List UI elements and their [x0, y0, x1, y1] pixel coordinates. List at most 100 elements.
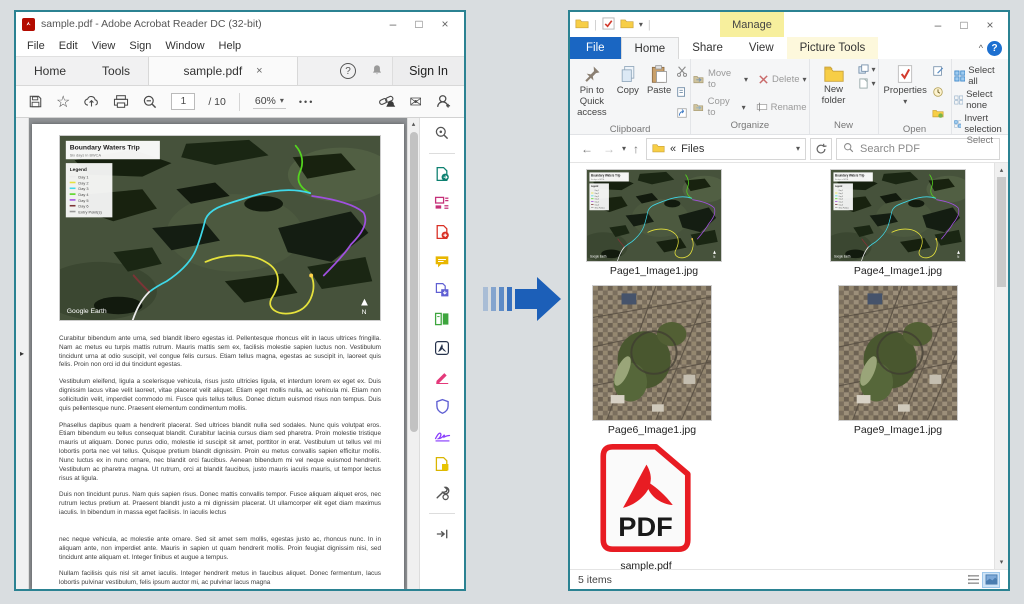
- reader-scrollbar[interactable]: ▴: [407, 118, 419, 589]
- organize-pages-icon[interactable]: [433, 310, 451, 328]
- delete-button[interactable]: Delete ▾: [758, 68, 806, 90]
- help-icon[interactable]: ?: [340, 63, 356, 79]
- page-number-input[interactable]: 1: [171, 93, 195, 110]
- zoom-out-icon[interactable]: [142, 94, 158, 110]
- back-icon[interactable]: ←: [578, 142, 596, 156]
- menu-view[interactable]: View: [85, 40, 123, 52]
- favorites-star-icon[interactable]: ☆: [56, 92, 70, 112]
- select-none-button[interactable]: Select none: [954, 89, 1007, 111]
- explorer-maximize-button[interactable]: □: [951, 18, 977, 32]
- invert-selection-button[interactable]: Invert selection: [954, 113, 1007, 135]
- edit-pdf-icon[interactable]: [433, 194, 451, 212]
- menu-sign[interactable]: Sign: [122, 40, 158, 52]
- pin-to-quick-access-button[interactable]: Pin to Quick access: [572, 62, 612, 121]
- new-folder-button[interactable]: New folder: [812, 62, 856, 109]
- explorer-scrollbar-thumb[interactable]: [997, 177, 1006, 287]
- combine-files-icon[interactable]: [433, 281, 451, 299]
- refresh-icon[interactable]: [810, 138, 832, 160]
- certificate-sign-icon[interactable]: [433, 426, 451, 444]
- collapse-ribbon-icon[interactable]: ^: [979, 43, 983, 53]
- file-tile[interactable]: Page6_Image1.jpg: [592, 285, 712, 436]
- breadcrumb-chevron-icon[interactable]: «: [670, 143, 676, 155]
- file-list-area[interactable]: Page1_Image1.jpg Page4_Image1.jpg Page6_…: [570, 163, 994, 569]
- forward-icon[interactable]: →: [600, 142, 618, 156]
- details-view-icon[interactable]: [964, 572, 982, 588]
- more-tools-wrench-icon[interactable]: [433, 484, 451, 502]
- paste-button[interactable]: Paste: [644, 62, 674, 99]
- account-person-icon[interactable]: [435, 93, 452, 110]
- explorer-minimize-button[interactable]: –: [925, 18, 951, 32]
- menu-file[interactable]: File: [20, 40, 52, 52]
- file-tile[interactable]: PDF sample.pdf: [600, 444, 692, 572]
- rename-button[interactable]: Rename: [756, 96, 807, 118]
- search-tools-icon[interactable]: [433, 124, 451, 142]
- file-tile[interactable]: Page1_Image1.jpg: [586, 169, 722, 277]
- address-dropdown-chevron-icon[interactable]: ▾: [796, 144, 800, 153]
- comment-icon[interactable]: [433, 252, 451, 270]
- tab-tools[interactable]: Tools: [84, 57, 148, 85]
- reader-titlebar[interactable]: sample.pdf - Adobe Acrobat Reader DC (32…: [16, 12, 464, 36]
- copy-path-icon[interactable]: [676, 85, 688, 103]
- up-icon[interactable]: ↑: [630, 142, 642, 156]
- protect-shield-icon[interactable]: [433, 397, 451, 415]
- tab-view[interactable]: View: [736, 37, 787, 59]
- email-envelope-icon[interactable]: ✉: [409, 93, 422, 111]
- manage-contextual-tab[interactable]: Manage: [720, 12, 784, 37]
- scroll-down-icon[interactable]: ▾: [1000, 555, 1004, 569]
- tab-document[interactable]: sample.pdf ×: [148, 57, 298, 85]
- share-link-icon[interactable]: [378, 94, 396, 109]
- checkmark-toolbar-icon[interactable]: [602, 17, 615, 33]
- reader-scrollbar-thumb[interactable]: [410, 132, 418, 432]
- tab-picture-tools[interactable]: Picture Tools: [787, 37, 879, 59]
- paste-shortcut-icon[interactable]: [676, 106, 688, 124]
- reader-maximize-button[interactable]: □: [406, 17, 432, 31]
- explorer-help-icon[interactable]: ?: [987, 41, 1002, 56]
- fill-sign-icon[interactable]: [433, 368, 451, 386]
- large-icons-view-icon[interactable]: [982, 572, 1000, 588]
- properties-button[interactable]: Properties ▾: [881, 62, 930, 108]
- folder-toolbar-icon[interactable]: [620, 17, 634, 32]
- cut-icon[interactable]: [676, 64, 688, 82]
- save-icon[interactable]: [28, 94, 43, 109]
- tab-close-icon[interactable]: ×: [256, 65, 262, 77]
- file-tile[interactable]: Page9_Image1.jpg: [838, 285, 958, 436]
- tab-share[interactable]: Share: [679, 37, 736, 59]
- tab-home[interactable]: Home: [621, 37, 680, 59]
- notifications-bell-icon[interactable]: [370, 63, 384, 80]
- acrobat-swirl-icon[interactable]: [433, 339, 451, 357]
- menu-window[interactable]: Window: [158, 40, 211, 52]
- move-to-button[interactable]: Move to ▾: [693, 68, 748, 90]
- sign-in-button[interactable]: Sign In: [392, 57, 464, 85]
- scroll-up-icon[interactable]: ▴: [1000, 163, 1004, 177]
- reader-minimize-button[interactable]: –: [380, 17, 406, 31]
- pdf-document-area[interactable]: Curabitur bibendum ante urna, sed blandi…: [29, 118, 407, 589]
- explorer-scrollbar[interactable]: ▴ ▾: [994, 163, 1008, 569]
- zoom-level-select[interactable]: 60% ▾: [253, 95, 286, 109]
- recent-locations-chevron-icon[interactable]: ▾: [622, 144, 626, 153]
- edit-icon[interactable]: [932, 64, 944, 82]
- history-icon[interactable]: [932, 85, 944, 103]
- new-item-icon[interactable]: ▾: [858, 78, 876, 89]
- reader-close-button[interactable]: ×: [432, 17, 458, 31]
- open-with-icon[interactable]: [932, 106, 944, 124]
- easy-access-icon[interactable]: ▾: [858, 64, 876, 75]
- cloud-upload-icon[interactable]: [83, 94, 100, 109]
- file-tile[interactable]: Page4_Image1.jpg: [830, 169, 966, 277]
- stamp-doc-icon[interactable]: [433, 455, 451, 473]
- explorer-close-button[interactable]: ×: [977, 18, 1003, 32]
- select-all-button[interactable]: Select all: [954, 65, 1007, 87]
- copy-button[interactable]: Copy: [614, 62, 642, 99]
- breadcrumb-path[interactable]: Files: [681, 143, 704, 155]
- create-pdf-icon[interactable]: [433, 223, 451, 241]
- menu-edit[interactable]: Edit: [52, 40, 85, 52]
- qat-customize-chevron-icon[interactable]: ▾: [639, 20, 643, 29]
- tab-home[interactable]: Home: [16, 57, 84, 85]
- tab-file[interactable]: File: [570, 37, 621, 59]
- menu-help[interactable]: Help: [212, 40, 249, 52]
- address-input[interactable]: « Files ▾: [646, 138, 806, 160]
- collapse-panel-arrow-icon[interactable]: [433, 525, 451, 543]
- more-tools-ellipsis[interactable]: •••: [299, 97, 314, 107]
- print-icon[interactable]: [113, 94, 129, 109]
- copy-to-button[interactable]: Copy to ▾: [693, 96, 745, 118]
- scroll-up-icon[interactable]: ▴: [412, 118, 416, 130]
